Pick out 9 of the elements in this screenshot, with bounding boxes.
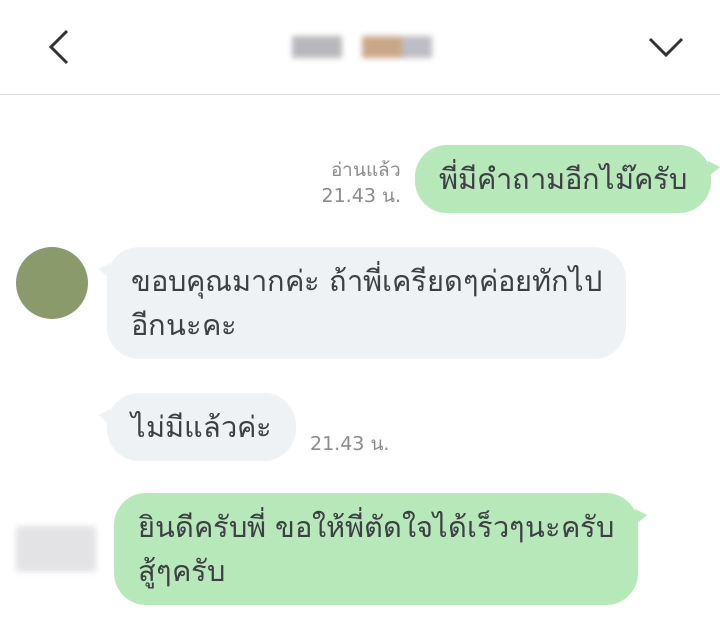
bubble-tail — [708, 161, 720, 177]
message-bubble: ยินดีครับพี่ ขอให้พี่ตัดใจได้เร็วๆนะครับ สู้ๆครับ — [114, 493, 638, 605]
message-bubble: พี่มีคำถามอีกไม๊ครับ — [415, 145, 711, 213]
read-status: อ่านแล้ว — [331, 158, 401, 183]
message-time: 21.43 น. — [322, 184, 401, 209]
message-time: 21.43 น. — [310, 432, 390, 457]
bubble-tail — [635, 509, 648, 525]
message-bubble: ขอบคุณมากค่ะ ถ้าพี่เครียดๆค่อยทักไป อีกนะคะ — [107, 247, 626, 359]
message-bubble: ไม่มีแล้วค่ะ — [107, 393, 296, 461]
